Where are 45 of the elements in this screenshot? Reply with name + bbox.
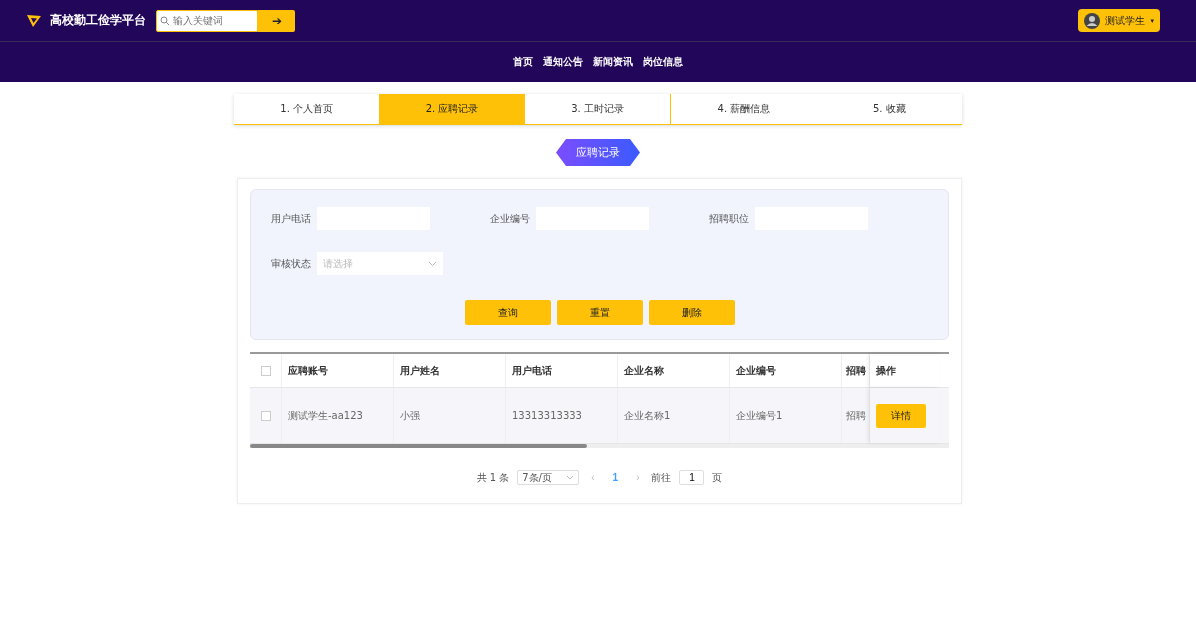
section-title-badge: 应聘记录 [556,139,640,166]
nav-link[interactable]: 新闻资讯 [593,55,633,69]
column-header: 企业名称 [618,354,730,387]
table-cell: 企业编号1 [730,388,842,443]
search-icon [160,15,170,26]
step-tab[interactable]: 1. 个人首页 [234,94,380,124]
page-unit-label: 页 [712,470,723,485]
scrollbar-thumb[interactable] [250,444,587,448]
nav-link[interactable]: 通知公告 [543,55,583,69]
select-all-checkbox[interactable] [260,365,271,376]
table-cell: 企业名称1 [618,388,730,443]
table-cell: 测试学生-aa123 [282,388,394,443]
nav-link[interactable]: 岗位信息 [643,55,683,69]
filter-label: 企业编号 [490,211,530,226]
filter-label: 审核状态 [271,256,311,271]
table-cell: 13313313333 [506,388,618,443]
filter-label: 用户电话 [271,211,311,226]
action-button[interactable]: 重置 [556,300,643,325]
step-tab[interactable]: 4. 薪酬信息 [670,94,817,124]
total-count: 共 1 条 [476,470,510,485]
avatar-icon [1084,12,1101,29]
goto-label: 前往 [651,470,672,485]
nav-link[interactable]: 首页 [513,55,533,69]
detail-button[interactable]: 详情 [876,403,926,428]
search-button[interactable]: ➔ [258,9,295,32]
goto-page-input[interactable]: 1 [679,470,705,485]
column-header: 企业编号 [730,354,842,387]
step-tab[interactable]: 2. 应聘记录 [379,94,525,124]
site-title: 高校勤工俭学平台 [50,12,146,29]
page-size-select[interactable]: 7条/页 [517,470,580,485]
column-header: 用户姓名 [394,354,506,387]
column-header: 操作 [870,354,940,387]
column-header: 应聘账号 [282,354,394,387]
filter-label: 招聘职位 [709,211,749,226]
action-button[interactable]: 查询 [464,300,551,325]
action-button[interactable]: 删除 [648,300,735,325]
triangle-logo-icon [26,13,42,28]
step-tab[interactable]: 3. 工时记录 [524,94,671,124]
column-header: 用户电话 [506,354,618,387]
chevron-down-icon [566,475,575,480]
search-field[interactable]: 输入关键词 [156,9,258,32]
chevron-down-icon [428,260,437,267]
step-tab[interactable]: 5. 收藏 [816,94,963,124]
table-cell: 小强 [394,388,506,443]
row-checkbox[interactable] [260,410,271,421]
